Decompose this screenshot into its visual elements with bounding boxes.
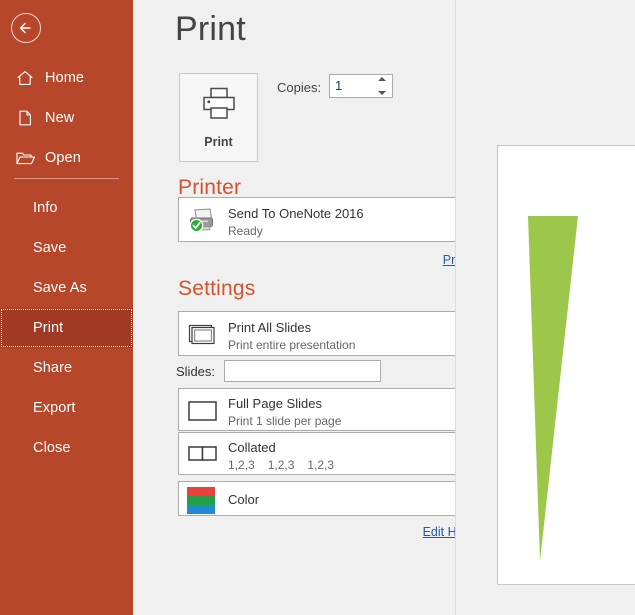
print-range-title: Print All Slides bbox=[228, 320, 312, 335]
print-button-label: Print bbox=[204, 135, 233, 149]
slides-stack-icon bbox=[187, 322, 217, 347]
print-button[interactable]: Print bbox=[179, 73, 258, 162]
sidebar-main-nav: Info Save Save As Print Share Export Clo… bbox=[0, 188, 133, 468]
print-layout-subtitle: Print 1 slide per page bbox=[228, 414, 342, 428]
swatch-green bbox=[187, 496, 215, 505]
sidebar-item-label: New bbox=[45, 109, 75, 126]
slides-label: Slides: bbox=[176, 364, 216, 379]
swatch-blue bbox=[187, 505, 215, 514]
print-backstage-view: Home New Open Info Save Save As Print Sh… bbox=[0, 0, 635, 615]
collation-part: 1,2,3 bbox=[307, 458, 335, 472]
printer-status: Ready bbox=[228, 224, 263, 238]
spinner-down-icon[interactable] bbox=[378, 91, 386, 95]
copies-label: Copies: bbox=[277, 80, 322, 95]
sidebar-item-label: Open bbox=[45, 149, 81, 166]
sidebar-top-nav: Home New Open bbox=[0, 58, 133, 178]
spinner-up-icon[interactable] bbox=[378, 77, 386, 81]
copies-spin-arrows[interactable] bbox=[378, 77, 387, 95]
copies-input[interactable]: 1 bbox=[335, 78, 342, 93]
printer-icon bbox=[200, 86, 238, 126]
settings-section-heading: Settings bbox=[178, 277, 256, 300]
sidebar-item-print[interactable]: Print bbox=[0, 308, 133, 348]
sidebar-item-open[interactable]: Open bbox=[0, 138, 133, 178]
page-title: Print bbox=[175, 10, 246, 48]
sidebar-item-label: Home bbox=[45, 69, 85, 86]
back-button[interactable] bbox=[11, 13, 41, 43]
printer-name: Send To OneNote 2016 bbox=[228, 206, 364, 221]
color-mode-title: Color bbox=[228, 492, 260, 507]
new-document-icon bbox=[14, 107, 36, 129]
backstage-sidebar: Home New Open Info Save Save As Print Sh… bbox=[0, 0, 133, 615]
back-arrow-icon bbox=[19, 22, 31, 34]
color-swatch-icon bbox=[187, 487, 215, 514]
sidebar-divider bbox=[14, 178, 119, 179]
home-icon bbox=[14, 67, 36, 89]
print-range-subtitle: Print entire presentation bbox=[228, 338, 356, 352]
collation-part: 1,2,3 bbox=[267, 458, 295, 472]
print-layout-title: Full Page Slides bbox=[228, 396, 322, 411]
copies-stepper[interactable]: 1 bbox=[329, 74, 393, 98]
sidebar-item-new[interactable]: New bbox=[0, 98, 133, 138]
open-folder-icon bbox=[14, 147, 36, 169]
sidebar-item-save-as[interactable]: Save As bbox=[0, 268, 133, 308]
sidebar-item-save[interactable]: Save bbox=[0, 228, 133, 268]
sidebar-item-close[interactable]: Close bbox=[0, 428, 133, 468]
sidebar-item-home[interactable]: Home bbox=[0, 58, 133, 98]
sidebar-item-share[interactable]: Share bbox=[0, 348, 133, 388]
swatch-red bbox=[187, 487, 215, 496]
print-preview-pane bbox=[456, 0, 635, 615]
slide-preview-page bbox=[497, 145, 635, 585]
collation-part: 1,2,3 bbox=[228, 458, 255, 472]
collation-title: Collated bbox=[228, 440, 276, 455]
sidebar-item-info[interactable]: Info bbox=[0, 188, 133, 228]
collation-subtitle: 1,2,3 1,2,3 1,2,3 bbox=[228, 458, 347, 472]
green-triangular-wedge-shape bbox=[528, 216, 578, 561]
slides-input[interactable] bbox=[224, 360, 381, 382]
collated-pages-icon bbox=[187, 445, 219, 463]
full-page-slide-icon bbox=[187, 399, 219, 423]
printer-with-check-icon bbox=[187, 207, 217, 234]
sidebar-item-export[interactable]: Export bbox=[0, 388, 133, 428]
